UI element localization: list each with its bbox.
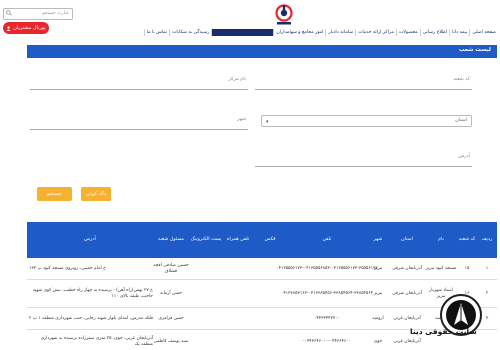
cell-mobile xyxy=(223,308,253,329)
cell-phone: ۰۴۴۳۳۴۴۷۷۰۰ xyxy=(314,315,340,321)
branch-code-label: کد شعبه xyxy=(453,77,470,82)
center-name-field[interactable]: نام مرکز xyxy=(30,68,248,90)
cell-fax xyxy=(253,258,287,279)
province-select[interactable]: استان ▾ xyxy=(261,115,472,127)
th-manager: مسئول شعبه xyxy=(157,237,185,242)
center-name-underline xyxy=(30,89,248,90)
cell-manager: حسن آرمانه xyxy=(160,290,182,296)
cell-name: مسجد کبود تبریز xyxy=(425,265,457,271)
nav-dadyar[interactable]: سامانه دادیار xyxy=(325,28,355,36)
center-name-label: نام مرکز xyxy=(228,77,246,82)
address-label: آدرس xyxy=(458,154,470,159)
cell-index: ۱ xyxy=(485,265,489,271)
page-title: لیست شعب xyxy=(459,47,491,53)
cell-fax xyxy=(253,330,287,350)
main-nav: صفحه اصلی بیمه دانا اطلاع رسانی محصولات … xyxy=(143,28,498,36)
address-underline xyxy=(255,166,472,167)
watermark-text: سایت حقوقی دینا xyxy=(410,327,477,336)
portal-button[interactable]: پورتال مشتریان xyxy=(3,22,49,34)
watermark-logo xyxy=(440,294,482,336)
search-button[interactable]: جستجو xyxy=(37,187,72,201)
th-fax: فکس xyxy=(264,237,276,242)
cell-address: فلکه مدرس، ابتدای بلوار شهید رجایی، جنب … xyxy=(29,315,153,321)
city-underline xyxy=(30,129,248,130)
cell-address: خ ۲۷ بهمن(راه آهن) - نرسیده به چهار راه … xyxy=(32,288,153,299)
th-city: شهر xyxy=(373,237,383,242)
search-box[interactable]: عبارت جستجو xyxy=(3,8,73,20)
cell-phone: ۰۴۱۳۳۸۵۳۱۶۳-۰۴۱۳۳۸۵۴۵۶-۳۳۸۵۴۵۶۴-۳۳۸۵۴۵۶۴ xyxy=(280,290,373,296)
th-email: پست الکترونیک xyxy=(190,237,222,242)
cell-phone: ۰۴۴۳۶۴۶۰۰۰-۰۴۴۳۶۴۶۰۰- xyxy=(303,338,351,344)
branch-code-underline xyxy=(255,89,472,90)
nav-contact[interactable]: تماس با ما xyxy=(143,28,169,36)
city-label: شهر xyxy=(237,117,246,122)
table-header: ردیف کد شعبه نام استان شهر تلفن فکس تلفن… xyxy=(27,222,497,258)
cell-phone: ۰۴۱۳۵۵۵۶۱۷۳-۰۴۱۳۵۵۵۶۸۵۳-۰۴۱۳۵۵۵۶۱۷۳-۳۵۵۵… xyxy=(276,265,378,271)
user-icon xyxy=(6,25,11,31)
th-phone: تلفن xyxy=(322,237,332,242)
nav-active-item[interactable] xyxy=(211,28,274,36)
chevron-down-icon: ▾ xyxy=(266,119,269,125)
search-icon[interactable] xyxy=(6,10,12,16)
branch-code-field[interactable]: کد شعبه xyxy=(255,68,472,90)
cell-code: ۱۵ xyxy=(464,265,470,271)
th-name: نام xyxy=(438,237,444,242)
cell-city: خوی xyxy=(373,338,383,344)
cell-mobile xyxy=(223,330,253,350)
cell-email xyxy=(189,258,223,279)
title-bar: لیست شعب xyxy=(27,45,497,58)
cell-email xyxy=(189,280,223,307)
cell-mobile xyxy=(223,258,253,279)
nav-service-centers[interactable]: مراکز ارائه خدمات xyxy=(355,28,396,36)
th-mobile: تلفن همراه xyxy=(226,237,250,242)
nav-dana[interactable]: بیمه دانا xyxy=(449,28,469,36)
cell-province: آذربایجان شرقی xyxy=(392,265,422,271)
th-province: استان xyxy=(401,237,413,242)
th-code: کد شعبه xyxy=(458,237,476,242)
table-row[interactable]: ۱ ۱۵ مسجد کبود تبریز آذربایجان شرقی تبری… xyxy=(27,258,497,280)
cell-fax xyxy=(253,308,287,329)
cell-fax xyxy=(253,280,287,307)
th-index: ردیف xyxy=(481,237,493,242)
cell-manager: سید یوسف کاظمی xyxy=(153,338,189,344)
nav-news[interactable]: اطلاع رسانی xyxy=(419,28,449,36)
cell-address: خ امام خمینی، روبروی مسجد کبود پ ۱۳۳ xyxy=(29,265,106,271)
cell-city: ارومیه xyxy=(372,315,384,321)
nav-complaints[interactable]: رسیدگی به شکایات xyxy=(169,28,211,36)
nav-products[interactable]: محصولات xyxy=(395,28,420,36)
province-label: استان xyxy=(455,118,467,123)
address-field[interactable]: آدرس xyxy=(255,145,472,167)
cell-mobile xyxy=(223,280,253,307)
city-field[interactable]: شهر xyxy=(30,108,248,130)
nav-shareholders[interactable]: امور مجامع و سهامداران xyxy=(273,28,325,36)
cell-address: آذربایجان غربی، خوی، ۲۵ متری صفرزاده نرس… xyxy=(40,336,153,347)
cell-manager: حسین صادقی اقچه قشلاق xyxy=(153,263,189,274)
search-input[interactable]: عبارت جستجو xyxy=(42,11,69,16)
company-logo[interactable] xyxy=(271,4,297,26)
nav-home[interactable]: صفحه اصلی xyxy=(469,28,498,36)
cell-manager: حسن قرامری xyxy=(158,315,184,321)
th-address: آدرس xyxy=(84,237,96,242)
cell-email xyxy=(189,330,223,350)
portal-label: پورتال مشتریان xyxy=(13,25,46,31)
clear-button[interactable]: پاک کردن xyxy=(81,187,111,201)
cell-email xyxy=(189,308,223,329)
